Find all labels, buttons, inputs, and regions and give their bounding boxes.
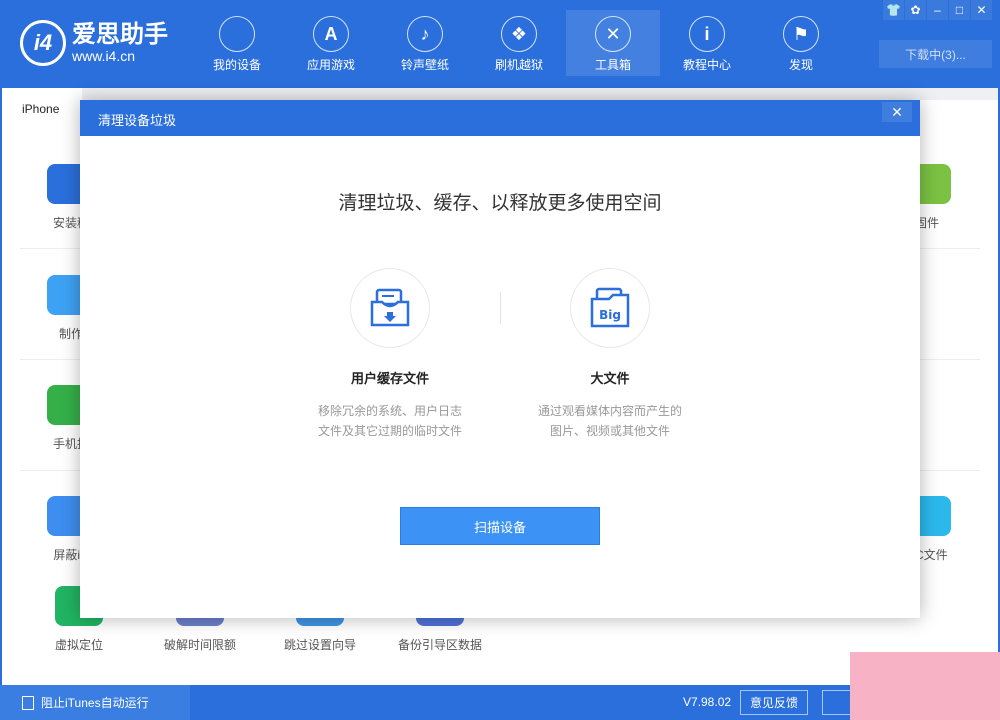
dialog-close-button[interactable]: ✕ (882, 102, 912, 122)
nav-item[interactable]: i 教程中心 (660, 10, 754, 76)
flag-icon: ⚑ (783, 16, 819, 52)
appstore-icon: A (313, 16, 349, 52)
nav-item[interactable]: ♪ 铃声壁纸 (378, 10, 472, 76)
nav-item[interactable]: 我的设备 (190, 10, 284, 76)
nav-item[interactable]: A 应用游戏 (284, 10, 378, 76)
logo-icon: i4 (20, 20, 66, 66)
inbox-download-icon (350, 268, 430, 348)
svg-text:Big: Big (599, 308, 621, 322)
nav-label: 应用游戏 (306, 58, 355, 72)
app-logo: i4 爱思助手 www.i4.cn (20, 20, 168, 66)
option-user-cache[interactable]: 用户缓存文件 移除冗余的系统、用户日志 文件及其它过期的临时文件 (280, 268, 500, 441)
block-itunes-checkbox[interactable]: 阻止iTunes自动运行 (0, 685, 190, 720)
checkbox-icon[interactable] (22, 695, 34, 710)
nav-item[interactable]: ❖ 刷机越狱 (472, 10, 566, 76)
nav-label: 刷机越狱 (494, 58, 543, 72)
extra-button[interactable] (822, 690, 852, 715)
info-icon: i (689, 16, 725, 52)
clean-device-dialog: 清理设备垃圾 ✕ 清理垃圾、缓存、以释放更多使用空间 用户缓存文件 移除冗余的系统… (80, 100, 920, 618)
app-name: 爱思助手 (72, 21, 168, 48)
tools-icon: ✕ (595, 16, 631, 52)
nav-label: 工具箱 (594, 58, 631, 72)
nav-label: 铃声壁纸 (400, 58, 449, 72)
top-bar: i4 爱思助手 www.i4.cn 我的设备 A 应用游戏 ♪ 铃声壁纸 ❖ 刷机越狱 ✕ 工具箱… (0, 0, 1000, 88)
gear-icon[interactable]: ✿ (905, 0, 926, 20)
music-icon: ♪ (407, 16, 443, 52)
nav-label: 教程中心 (682, 58, 731, 72)
dialog-heading: 清理垃圾、缓存、以释放更多使用空间 (338, 193, 662, 214)
dropbox-icon: ❖ (501, 16, 537, 52)
tab-iphone[interactable]: iPhone (2, 88, 82, 128)
nav-item[interactable]: ✕ 工具箱 (566, 10, 660, 76)
nav-label: 我的设备 (212, 58, 261, 72)
nav-label: 发现 (788, 58, 813, 72)
minimize-icon[interactable]: – (927, 0, 948, 20)
skin-icon[interactable]: 👕 (883, 0, 904, 20)
option-big-files[interactable]: Big 大文件 通过观看媒体内容而产生的 图片、视频或其他文件 (500, 268, 720, 441)
download-button[interactable]: 下载中(3)... (879, 40, 992, 68)
big-file-icon: Big (570, 268, 650, 348)
nav-item[interactable]: ⚑ 发现 (754, 10, 848, 76)
feedback-button[interactable]: 意见反馈 (740, 690, 808, 715)
main-nav: 我的设备 A 应用游戏 ♪ 铃声壁纸 ❖ 刷机越狱 ✕ 工具箱 i 教程中心 ⚑ 发现 (190, 10, 848, 76)
watermark (850, 652, 1000, 720)
app-url: www.i4.cn (72, 48, 136, 64)
close-icon[interactable]: ✕ (971, 0, 992, 20)
dialog-title: 清理设备垃圾 (98, 113, 177, 128)
scan-device-button[interactable]: 扫描设备 (400, 507, 600, 545)
version-label: V7.98.02 (683, 695, 732, 709)
apple-icon (219, 16, 255, 52)
maximize-icon[interactable]: □ (949, 0, 970, 20)
